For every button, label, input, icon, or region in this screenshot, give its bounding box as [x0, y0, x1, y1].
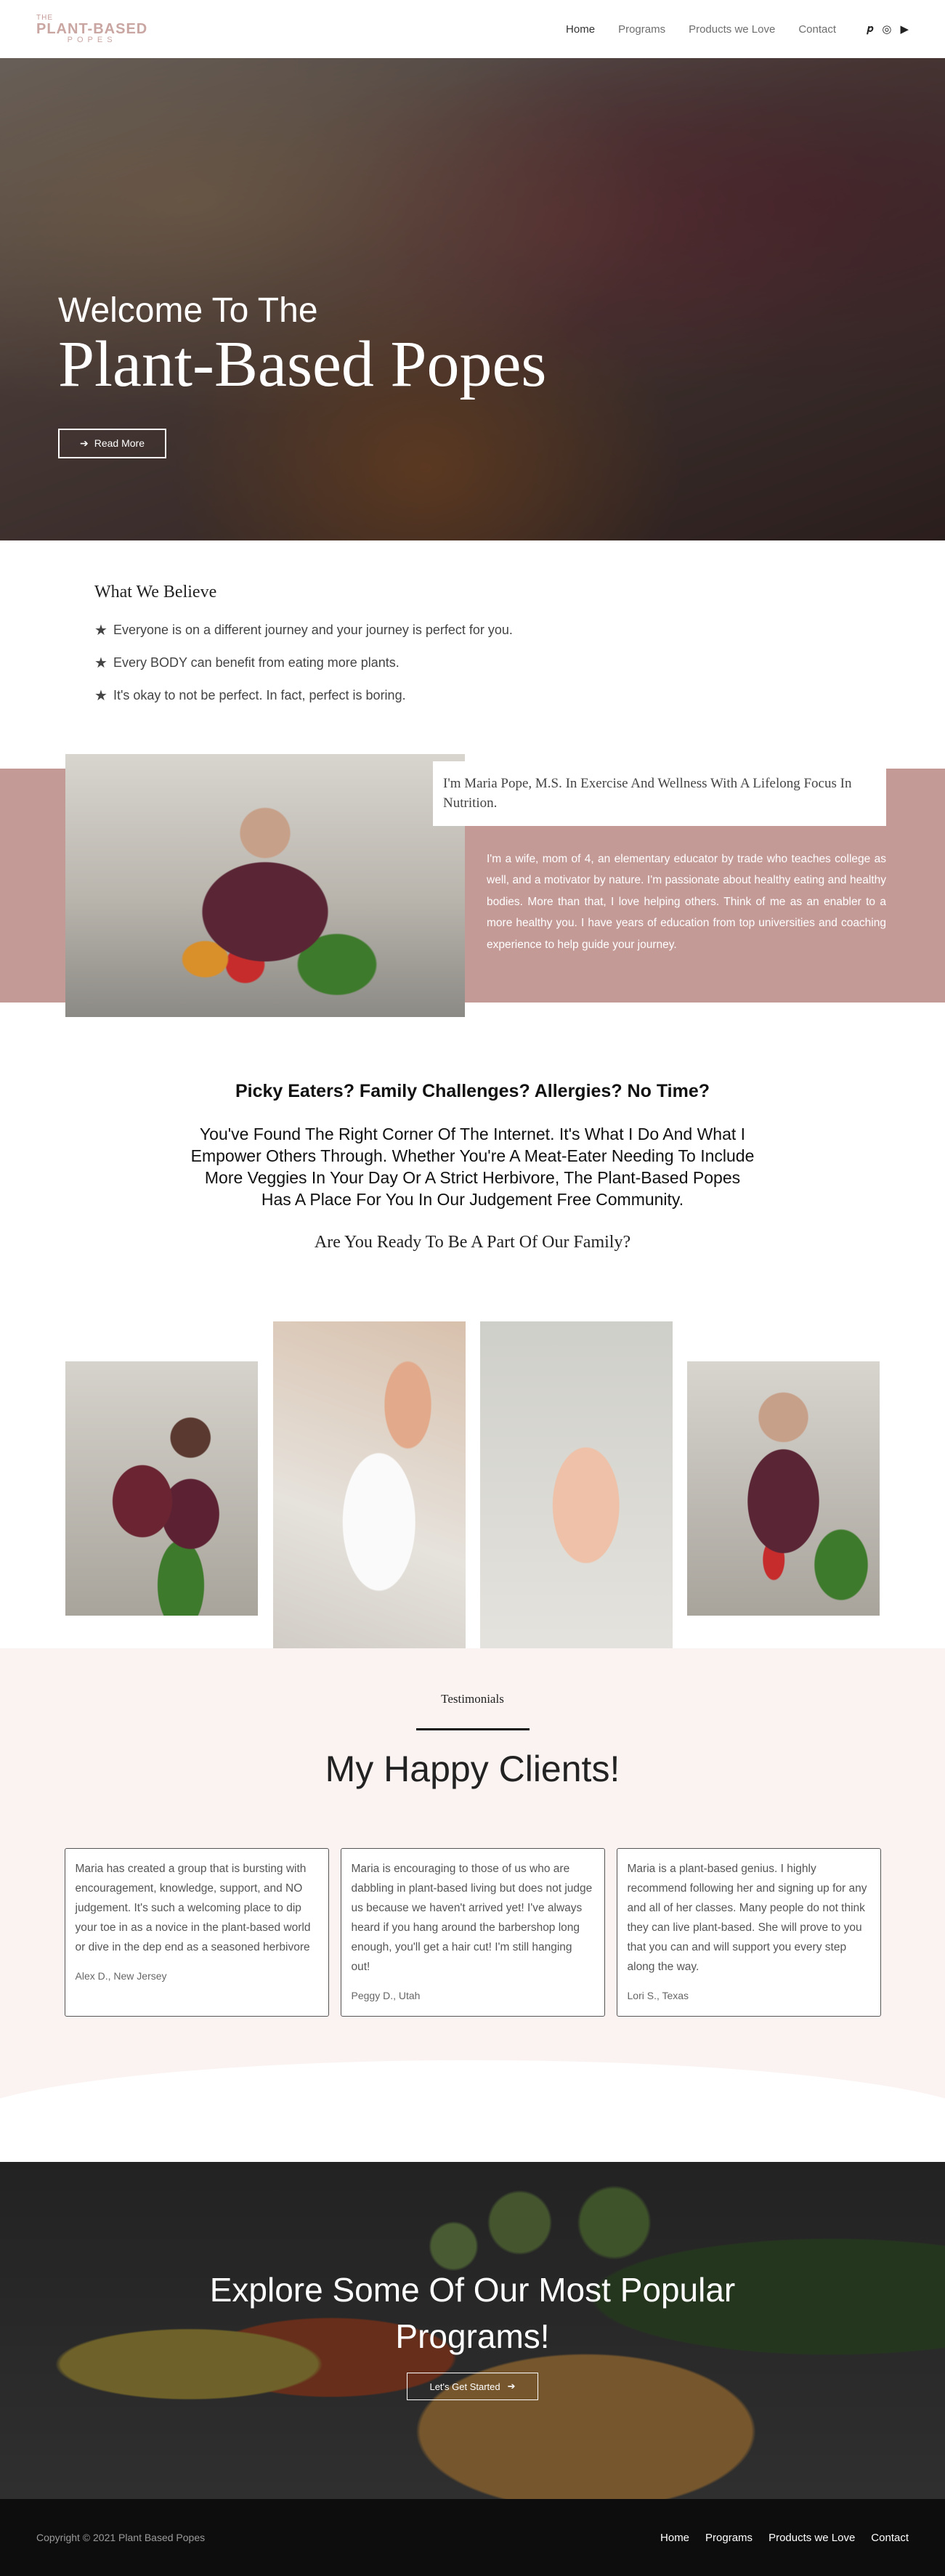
gallery-photo-family: [65, 1361, 258, 1616]
logo[interactable]: THE PLANT-BASED POPES: [36, 13, 148, 44]
intro-heading: Picky Eaters? Family Challenges? Allergi…: [235, 1081, 710, 1101]
read-more-label: Read More: [94, 437, 145, 449]
logo-the: THE: [36, 13, 53, 22]
testimonial-text: Maria is encouraging to those of us who …: [351, 1862, 593, 1974]
social-links: 𝒑 ◎ ▶: [867, 23, 909, 36]
intro-body: You've Found The Right Corner Of The Int…: [190, 1125, 755, 1209]
testimonial-author: Lori S., Texas: [627, 1990, 689, 2002]
arrow-right-icon: ➔: [507, 2381, 516, 2392]
footer-nav-programs[interactable]: Programs: [705, 2532, 753, 2544]
maria-photo: [65, 754, 465, 1017]
nav-products[interactable]: Products we Love: [689, 23, 775, 36]
belief-text: It's okay to not be perfect. In fact, pe…: [113, 688, 406, 702]
testimonial-card: Maria is a plant-based genius. I highly …: [616, 1847, 881, 2017]
logo-main: PLANT-BASED: [36, 20, 148, 37]
programs-cta: Explore Some Of Our Most Popular Program…: [0, 2162, 945, 2500]
nav-programs[interactable]: Programs: [618, 23, 665, 36]
beliefs-section: What We Believe ★ Everyone is on a differ…: [0, 540, 945, 754]
photo-gallery: [0, 1281, 945, 1656]
belief-text: Everyone is on a different journey and y…: [113, 623, 513, 637]
beliefs-heading: What We Believe: [94, 583, 217, 602]
star-icon: ★: [94, 655, 108, 671]
about-section: I'm Maria Pope, M.S. In Exercise And Wel…: [0, 754, 945, 1045]
about-text: I'm a wife, mom of 4, an elementary educ…: [487, 853, 886, 951]
footer-nav-products[interactable]: Products we Love: [768, 2532, 855, 2544]
footer-nav: Home Programs Products we Love Contact: [660, 2532, 909, 2544]
testimonials-section: Testimonials My Happy Clients! Maria has…: [0, 1648, 945, 2126]
site-footer: Copyright © 2021 Plant Based Popes Home …: [0, 2499, 945, 2576]
beliefs-list: ★ Everyone is on a different journey and …: [94, 621, 851, 705]
instagram-icon[interactable]: ◎: [882, 23, 891, 36]
testimonial-card: Maria is encouraging to those of us who …: [340, 1847, 605, 2017]
main-nav: Home Programs Products we Love Contact 𝒑…: [566, 23, 909, 36]
testimonial-text: Maria has created a group that is bursti…: [75, 1862, 311, 1954]
about-card: I'm Maria Pope, M.S. In Exercise And Wel…: [433, 761, 886, 827]
nav-home[interactable]: Home: [566, 23, 595, 36]
youtube-icon[interactable]: ▶: [900, 23, 909, 36]
get-started-button[interactable]: Let's Get Started ➔: [407, 2373, 538, 2401]
cta-title: Explore Some Of Our Most Popular Program…: [209, 2271, 736, 2355]
hero-subtitle: Welcome To The: [58, 291, 318, 330]
gallery-photo-truffles: [273, 1321, 466, 1656]
cta-content: Explore Some Of Our Most Popular Program…: [0, 2267, 945, 2401]
testimonial-author: Alex D., New Jersey: [75, 1970, 167, 1982]
hero-content: Welcome To The Plant-Based Popes ➔ Read …: [58, 291, 546, 458]
belief-item: ★ Every BODY can benefit from eating more…: [94, 654, 851, 672]
nav-contact[interactable]: Contact: [798, 23, 836, 36]
copyright: Copyright © 2021 Plant Based Popes: [36, 2532, 206, 2544]
belief-item: ★ Everyone is on a different journey and …: [94, 621, 851, 639]
arrow-right-icon: ➔: [80, 437, 89, 449]
divider: [415, 1728, 530, 1730]
get-started-label: Let's Get Started: [429, 2381, 500, 2392]
logo-sub: POPES: [67, 35, 117, 44]
gallery-photo-hands: [480, 1321, 673, 1656]
belief-text: Every BODY can benefit from eating more …: [113, 655, 400, 670]
testimonial-cards: Maria has created a group that is bursti…: [0, 1847, 945, 2017]
testimonials-eyebrow: Testimonials: [441, 1691, 504, 1706]
site-header: THE PLANT-BASED POPES Home Programs Prod…: [0, 0, 945, 58]
star-icon: ★: [94, 688, 108, 704]
belief-item: ★ It's okay to not be perfect. In fact, p…: [94, 686, 851, 705]
pinterest-icon[interactable]: 𝒑: [867, 23, 873, 36]
footer-nav-contact[interactable]: Contact: [871, 2532, 909, 2544]
testimonial-text: Maria is a plant-based genius. I highly …: [627, 1862, 867, 1974]
hero-title: Plant-Based Popes: [58, 328, 547, 400]
intro-question: Are You Ready To Be A Part Of Our Family…: [314, 1232, 631, 1252]
intro-section: Picky Eaters? Family Challenges? Allergi…: [0, 1045, 945, 1281]
footer-nav-home[interactable]: Home: [660, 2532, 689, 2544]
gallery-photo-maria: [687, 1361, 880, 1616]
testimonial-author: Peggy D., Utah: [351, 1990, 421, 2002]
testimonials-title: My Happy Clients!: [325, 1748, 620, 1789]
hero-section: Welcome To The Plant-Based Popes ➔ Read …: [0, 58, 945, 540]
read-more-button[interactable]: ➔ Read More: [58, 428, 166, 458]
testimonial-card: Maria has created a group that is bursti…: [64, 1847, 329, 2017]
star-icon: ★: [94, 623, 108, 639]
